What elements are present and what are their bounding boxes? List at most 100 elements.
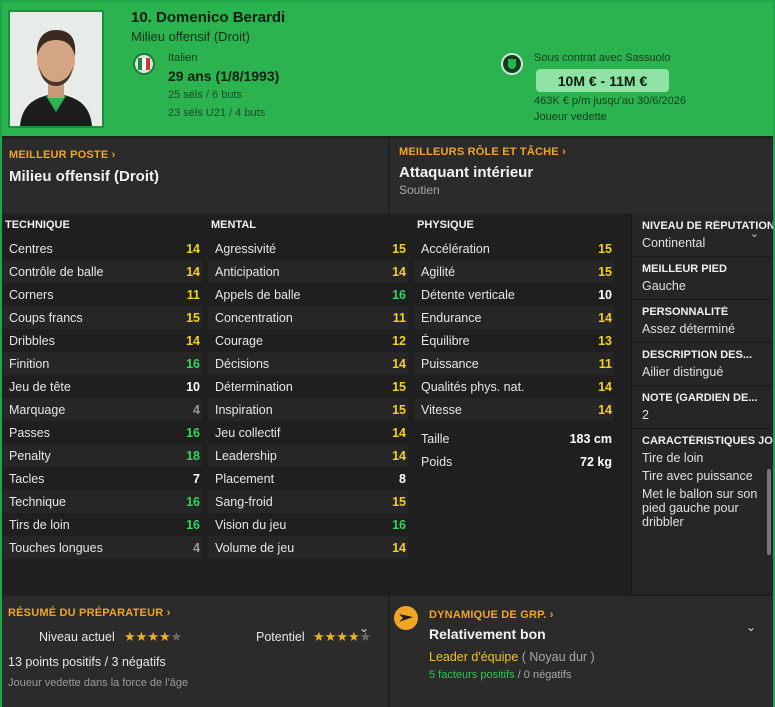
best-role-duty: Soutien <box>399 183 440 197</box>
attribute-row[interactable]: Touches longues 4 <box>2 536 202 559</box>
sassuolo-club-icon[interactable] <box>501 53 523 75</box>
leader-label: Leader d'équipe <box>429 650 519 664</box>
attribute-value: 14 <box>598 402 612 417</box>
preferred-foot-title: MEILLEUR PIED <box>642 263 727 275</box>
dynamics-icon <box>394 606 418 630</box>
attribute-value: 10 <box>186 379 200 394</box>
attribute-row[interactable]: Sang-froid 15 <box>208 490 408 513</box>
potential-ability-label: Potentiel <box>256 630 305 644</box>
attribute-label: Corners <box>9 287 54 302</box>
attribute-row[interactable]: Coups francs 15 <box>2 306 202 329</box>
wage-info: 463K € p/m jusqu'au 30/6/2026 <box>534 95 686 107</box>
goalkeeper-rating-block: NOTE (GARDIEN DE... 2 <box>632 386 773 429</box>
attribute-row[interactable]: Appels de balle 16 <box>208 283 408 306</box>
dynamics-link[interactable]: DYNAMIQUE DE GRP. › <box>429 609 554 621</box>
attribute-value: 11 <box>598 356 612 371</box>
best-position-link[interactable]: MEILLEUR POSTE › <box>9 149 116 161</box>
star-icon: ★ <box>336 629 348 644</box>
attribute-row[interactable]: Détermination 15 <box>208 375 408 398</box>
attribute-row[interactable]: Penalty 18 <box>2 444 202 467</box>
negative-factors: 0 négatifs <box>523 669 572 681</box>
player-header: 10. Domenico Berardi Milieu offensif (Dr… <box>2 2 773 136</box>
attribute-row[interactable]: Technique 16 <box>2 490 202 513</box>
personality-value: Assez déterminé <box>642 322 736 336</box>
u21-caps: 23 séls U21 / 4 buts <box>168 107 266 119</box>
dynamics-factors: 5 facteurs positifs / 0 négatifs <box>429 669 571 681</box>
attribute-value: 16 <box>186 517 200 532</box>
current-ability-stars: ★★★★★ <box>124 629 182 645</box>
attribute-row[interactable]: Décisions 14 <box>208 352 408 375</box>
attribute-row[interactable]: Agilité 15 <box>414 260 614 283</box>
height-row: Taille 183 cm <box>414 427 614 450</box>
attribute-row[interactable]: Contrôle de balle 14 <box>2 260 202 283</box>
preferred-foot-value: Gauche <box>642 279 686 293</box>
transfer-value-badge[interactable]: 10M € - 11M € <box>536 69 669 92</box>
attributes-section: TECHNIQUE Centres 14 Contrôle de balle 14 Co… <box>2 214 630 594</box>
best-role-link[interactable]: MEILLEURS RÔLE ET TÂCHE › <box>399 146 566 158</box>
attribute-value: 16 <box>186 425 200 440</box>
attribute-row[interactable]: Corners 11 <box>2 283 202 306</box>
attribute-label: Penalty <box>9 448 51 463</box>
chevron-down-icon[interactable]: ⌄ <box>359 621 369 635</box>
attribute-value: 12 <box>392 333 406 348</box>
attribute-row[interactable]: Qualités phys. nat. 14 <box>414 375 614 398</box>
technique-heading: TECHNIQUE <box>5 219 70 231</box>
attribute-label: Détermination <box>215 379 293 394</box>
chevron-right-icon: › <box>166 607 171 619</box>
chevron-down-icon[interactable]: ⌄ <box>750 227 759 240</box>
attribute-value: 15 <box>598 264 612 279</box>
attribute-row[interactable]: Finition 16 <box>2 352 202 375</box>
dynamics-value: Relativement bon <box>429 626 546 642</box>
scrollbar[interactable] <box>767 469 771 555</box>
attribute-row[interactable]: Détente verticale 10 <box>414 283 614 306</box>
attribute-row[interactable]: Vision du jeu 16 <box>208 513 408 536</box>
attribute-label: Placement <box>215 471 275 486</box>
attribute-row[interactable]: Équilibre 13 <box>414 329 614 352</box>
chevron-down-icon[interactable]: ⌄ <box>746 620 756 634</box>
attribute-row[interactable]: Concentration 11 <box>208 306 408 329</box>
coach-report-link[interactable]: RÉSUMÉ DU PRÉPARATEUR › <box>8 607 171 619</box>
attribute-row[interactable]: Leadership 14 <box>208 444 408 467</box>
attribute-label: Coups francs <box>9 310 83 325</box>
attribute-value: 14 <box>186 241 200 256</box>
attribute-row[interactable]: Anticipation 14 <box>208 260 408 283</box>
chevron-right-icon: › <box>549 609 554 621</box>
weight-row: Poids 72 kg <box>414 450 614 473</box>
attribute-label: Équilibre <box>421 333 470 348</box>
attribute-row[interactable]: Agressivité 15 <box>208 237 408 260</box>
italy-flag-icon[interactable] <box>133 53 155 75</box>
attribute-label: Centres <box>9 241 53 256</box>
attribute-row[interactable]: Jeu collectif 14 <box>208 421 408 444</box>
trait-item: Tire avec puissance <box>642 469 753 483</box>
attribute-row[interactable]: Inspiration 15 <box>208 398 408 421</box>
weight-value: 72 kg <box>580 454 612 469</box>
attribute-row[interactable]: Tacles 7 <box>2 467 202 490</box>
player-name: 10. Domenico Berardi <box>131 9 286 26</box>
attribute-row[interactable]: Endurance 14 <box>414 306 614 329</box>
attribute-label: Tirs de loin <box>9 517 70 532</box>
attribute-row[interactable]: Accélération 15 <box>414 237 614 260</box>
attribute-row[interactable]: Puissance 11 <box>414 352 614 375</box>
attribute-row[interactable]: Tirs de loin 16 <box>2 513 202 536</box>
nationality: Italien <box>168 52 198 64</box>
attribute-label: Appels de balle <box>215 287 301 302</box>
attribute-row[interactable]: Placement 8 <box>208 467 408 490</box>
trait-item: Met le ballon sur son pied gauche pour d… <box>642 487 758 529</box>
attribute-label: Détente verticale <box>421 287 515 302</box>
attribute-row[interactable]: Centres 14 <box>2 237 202 260</box>
physique-heading: PHYSIQUE <box>417 219 474 231</box>
coach-description: Joueur vedette dans la force de l'âge <box>8 677 189 689</box>
attribute-row[interactable]: Volume de jeu 14 <box>208 536 408 559</box>
side-info-panel[interactable]: NIVEAU DE RÉPUTATION Continental ⌄ MEILL… <box>630 214 773 594</box>
description-title: DESCRIPTION DES... <box>642 349 753 361</box>
squad-status: Joueur vedette <box>534 111 607 123</box>
attribute-row[interactable]: Passes 16 <box>2 421 202 444</box>
attribute-row[interactable]: Dribbles 14 <box>2 329 202 352</box>
attribute-value: 14 <box>392 425 406 440</box>
attribute-row[interactable]: Marquage 4 <box>2 398 202 421</box>
attribute-row[interactable]: Courage 12 <box>208 329 408 352</box>
player-photo[interactable] <box>8 10 104 128</box>
attribute-row[interactable]: Vitesse 14 <box>414 398 614 421</box>
player-traits-block: CARACTÉRISTIQUES JOUEUR Tire de loin Tir… <box>632 429 773 535</box>
attribute-row[interactable]: Jeu de tête 10 <box>2 375 202 398</box>
